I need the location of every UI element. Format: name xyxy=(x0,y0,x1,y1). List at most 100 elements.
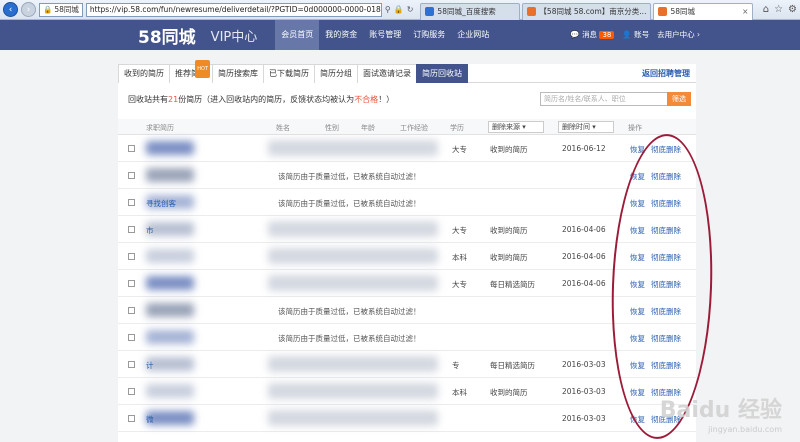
blurred-resume-title xyxy=(146,168,194,182)
back-button[interactable]: ‹ xyxy=(3,2,18,17)
row-checkbox[interactable] xyxy=(128,361,135,368)
tab-recommended-resumes[interactable]: 推荐简历 HOT xyxy=(169,60,213,83)
restore-link[interactable]: 恢复 xyxy=(630,333,645,344)
restore-link[interactable]: 恢复 xyxy=(630,360,645,371)
education-cell: 本科 xyxy=(452,253,467,262)
permanent-delete-link[interactable]: 彻底删除 xyxy=(651,252,681,263)
permanent-delete-link[interactable]: 彻底删除 xyxy=(651,198,681,209)
refresh-icon[interactable]: ↻ xyxy=(407,5,414,14)
restore-link[interactable]: 恢复 xyxy=(630,279,645,290)
delete-source-cell: 每日精选简历 xyxy=(490,280,535,289)
58-favicon-icon xyxy=(527,7,537,16)
restore-link[interactable]: 恢复 xyxy=(630,144,645,155)
restore-link[interactable]: 恢复 xyxy=(630,171,645,182)
tab-58-active[interactable]: 58同城 × xyxy=(653,2,754,20)
education-cell: 大专 xyxy=(452,226,467,235)
tab-recycle-bin[interactable]: 简历回收站 xyxy=(416,64,468,83)
home-icon[interactable]: ⌂ xyxy=(763,4,769,15)
permanent-delete-link[interactable]: 彻底删除 xyxy=(651,333,681,344)
restore-link[interactable]: 恢复 xyxy=(630,252,645,263)
nav-member-home[interactable]: 会员首页 xyxy=(275,20,320,50)
chat-icon: 💬 xyxy=(570,30,580,39)
forward-button[interactable]: › xyxy=(21,2,36,17)
star-icon[interactable]: ☆ xyxy=(774,4,783,15)
resume-title[interactable]: 微 xyxy=(146,414,154,425)
filtered-notice: 该简历由于质量过低，已被系统自动过滤！ xyxy=(278,307,421,316)
tab-downloaded[interactable]: 已下载简历 xyxy=(263,64,315,83)
restore-link[interactable]: 恢复 xyxy=(630,198,645,209)
resume-title[interactable]: 市 xyxy=(146,225,154,236)
tab-58-nanjing[interactable]: 【58同城 58.com】南京分类... xyxy=(522,2,652,20)
gear-icon[interactable]: ⚙ xyxy=(788,4,797,15)
col-resume: 求职简历 xyxy=(146,124,174,132)
row-checkbox[interactable] xyxy=(128,388,135,395)
address-bar[interactable]: https://vip.58.com/fun/newresume/deliver… xyxy=(85,2,382,17)
restore-link[interactable]: 恢复 xyxy=(630,225,645,236)
lock-icon[interactable]: 🔒 xyxy=(394,5,404,14)
back-to-recruit-link[interactable]: 返回招聘管理 xyxy=(642,68,690,79)
tab-received-resumes[interactable]: 收到的简历 xyxy=(118,64,170,83)
permanent-delete-link[interactable]: 彻底删除 xyxy=(651,144,681,155)
delete-time-select[interactable]: 删除时间 ▾ xyxy=(558,121,614,133)
education-cell: 大专 xyxy=(452,145,467,154)
site-logo[interactable]: 58同城 xyxy=(138,23,196,48)
delete-source-select[interactable]: 删除来源 ▾ xyxy=(488,121,544,133)
tab-resume-search[interactable]: 简历搜索库 xyxy=(212,64,264,83)
nav-subscribe[interactable]: 订购服务 xyxy=(407,20,451,50)
select-label: 删除时间 xyxy=(562,123,590,131)
table-row: 微 2016-03-03 恢复 彻底删除 xyxy=(118,405,696,432)
messages-link[interactable]: 💬 消息 38 xyxy=(570,20,615,50)
permanent-delete-link[interactable]: 彻底删除 xyxy=(651,306,681,317)
resume-title[interactable]: 计 xyxy=(146,360,154,371)
permanent-delete-link[interactable]: 彻底删除 xyxy=(651,225,681,236)
notice-middle: 份简历（进入回收站内的简历，反馈状态均被认为 xyxy=(178,95,355,104)
blurred-resume-title xyxy=(146,141,194,155)
row-checkbox[interactable] xyxy=(128,199,135,206)
table-header: 求职简历 姓名 性别 年龄 工作经验 学历 删除来源 ▾ 删除时间 ▾ 操作 xyxy=(118,119,696,135)
tab-groups[interactable]: 简历分组 xyxy=(314,64,358,83)
nav-company-site[interactable]: 企业网站 xyxy=(451,20,495,50)
row-checkbox[interactable] xyxy=(128,334,135,341)
permanent-delete-link[interactable]: 彻底删除 xyxy=(651,171,681,182)
table-row: 该简历由于质量过低，已被系统自动过滤！ 恢复 彻底删除 xyxy=(118,297,696,324)
table-row: 大专 每日精选简历 2016-04-06 恢复 彻底删除 xyxy=(118,270,696,297)
close-icon[interactable]: × xyxy=(742,7,748,16)
nav-funds[interactable]: 我的资金 xyxy=(319,20,363,50)
row-checkbox[interactable] xyxy=(128,226,135,233)
search-icon[interactable]: ⚲ xyxy=(385,5,391,14)
tab-interview-records[interactable]: 面试邀请记录 xyxy=(357,64,417,83)
address-tools: ⚲ 🔒 ↻ xyxy=(385,5,414,14)
row-checkbox[interactable] xyxy=(128,415,135,422)
row-checkbox[interactable] xyxy=(128,307,135,314)
site-identity[interactable]: 🔒 58同城 xyxy=(39,2,83,17)
lock-icon: 🔒 xyxy=(43,5,53,14)
user-icon: 👤 xyxy=(622,30,632,39)
filter-button[interactable]: 筛选 xyxy=(667,92,691,106)
permanent-delete-link[interactable]: 彻底删除 xyxy=(651,360,681,371)
delete-time-cell: 2016-03-03 xyxy=(562,414,606,423)
filtered-notice: 该简历由于质量过低，已被系统自动过滤！ xyxy=(278,334,421,343)
row-checkbox[interactable] xyxy=(128,172,135,179)
blurred-personal-info xyxy=(268,356,438,372)
nav-account[interactable]: 账号管理 xyxy=(363,20,407,50)
search-input[interactable]: 简历名/姓名/联系人、职位 xyxy=(540,92,668,106)
permanent-delete-link[interactable]: 彻底删除 xyxy=(651,279,681,290)
browser-toolbar: ‹ › 🔒 58同城 https://vip.58.com/fun/newres… xyxy=(0,0,800,20)
user-center-link[interactable]: 去用户中心 › xyxy=(657,20,700,50)
tab-baidu[interactable]: 58同城_百度搜索 xyxy=(420,2,521,20)
col-gender: 性别 xyxy=(325,124,339,132)
restore-link[interactable]: 恢复 xyxy=(630,414,645,425)
notice-prefix: 回收站共有 xyxy=(128,95,168,104)
restore-link[interactable]: 恢复 xyxy=(630,387,645,398)
resume-title[interactable]: 寻找创客 xyxy=(146,198,176,209)
row-checkbox[interactable] xyxy=(128,253,135,260)
select-label: 删除来源 xyxy=(492,123,520,131)
site-header: 58同城 VIP中心 会员首页 我的资金 账号管理 订购服务 企业网站 💬 消息… xyxy=(0,20,800,50)
blurred-resume-title xyxy=(146,249,194,263)
restore-link[interactable]: 恢复 xyxy=(630,306,645,317)
row-checkbox[interactable] xyxy=(128,145,135,152)
tab-strip: 58同城_百度搜索 【58同城 58.com】南京分类... 58同城 × xyxy=(420,0,754,20)
account-link[interactable]: 👤 账号 xyxy=(622,20,649,50)
recycle-notice: 回收站共有21份简历（进入回收站内的简历，反馈状态均被认为不合格！） xyxy=(128,94,394,105)
row-checkbox[interactable] xyxy=(128,280,135,287)
